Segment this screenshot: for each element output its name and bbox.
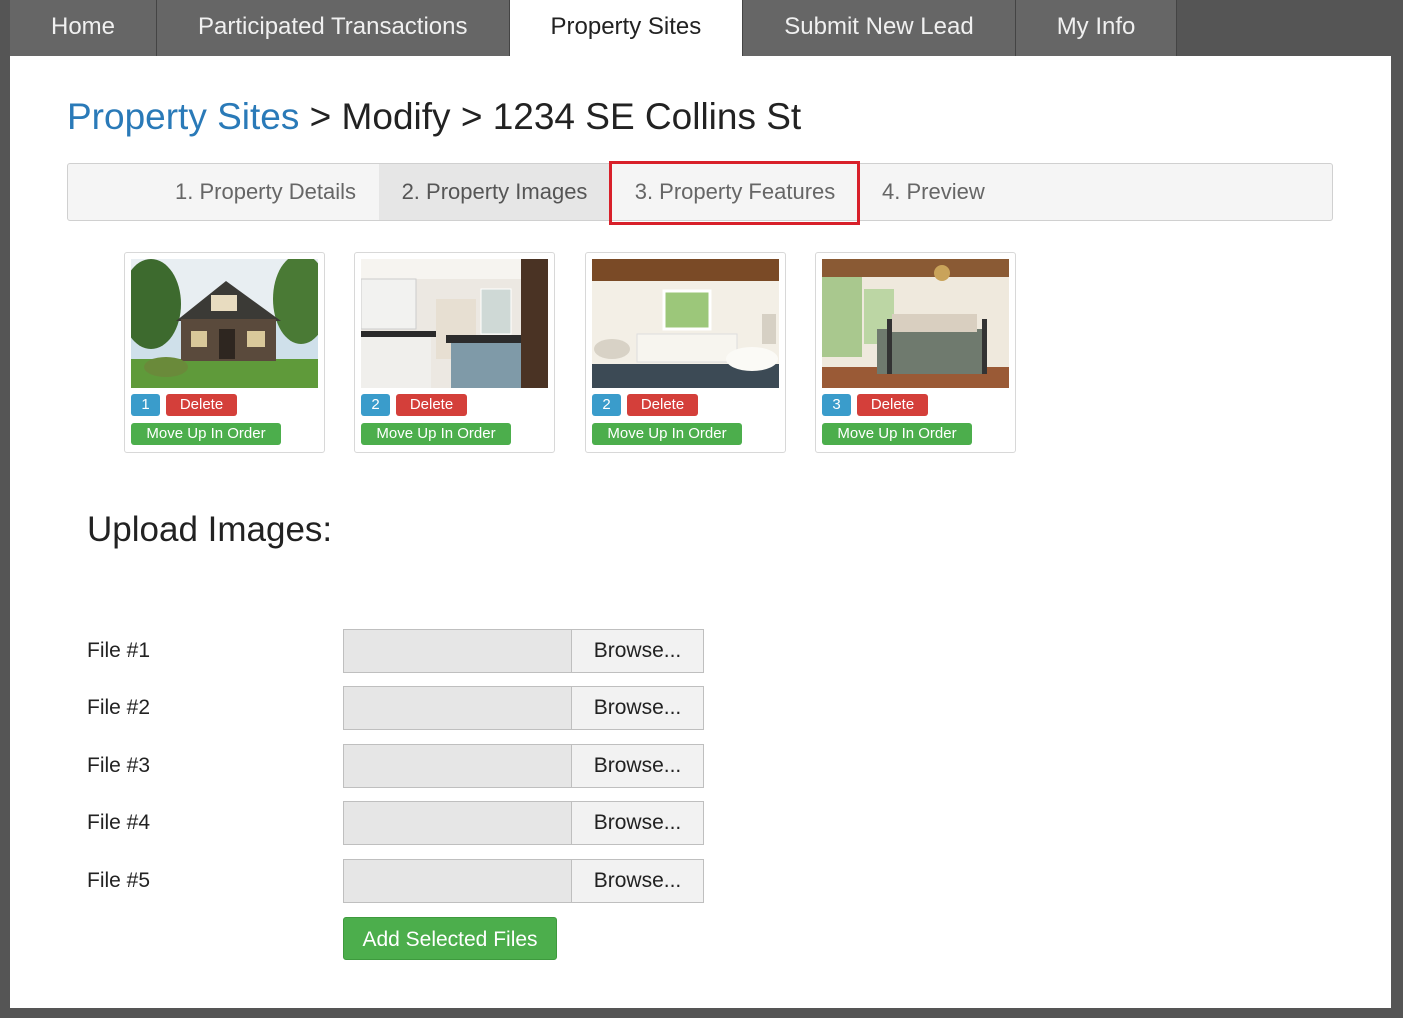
file-row: File #5 Browse... (87, 859, 727, 903)
image-card: 1 Delete Move Up In Order (124, 252, 325, 453)
bedroom-thumbnail[interactable] (822, 259, 1009, 388)
upload-images-heading: Upload Images: (87, 510, 333, 549)
breadcrumb-address: 1234 SE Collins St (492, 96, 802, 137)
delete-image-button[interactable]: Delete (857, 394, 928, 416)
breadcrumb: Property Sites > Modify > 1234 SE Collin… (67, 96, 801, 138)
move-up-button[interactable]: Move Up In Order (131, 423, 281, 445)
image-order-badge: 2 (592, 394, 621, 416)
step-property-images[interactable]: 2. Property Images (379, 164, 610, 220)
image-card: 2 Delete Move Up In Order (585, 252, 786, 453)
delete-image-button[interactable]: Delete (627, 394, 698, 416)
nav-tab-my-info[interactable]: My Info (1015, 0, 1178, 56)
breadcrumb-separator: > (460, 96, 483, 137)
breadcrumb-modify: Modify (341, 96, 451, 137)
breadcrumb-separator: > (309, 96, 332, 137)
nav-tab-property-sites[interactable]: Property Sites (509, 0, 744, 56)
kitchen-thumbnail[interactable] (361, 259, 548, 388)
delete-image-button[interactable]: Delete (166, 394, 237, 416)
wizard-steps: 1. Property Details 2. Property Images 3… (67, 163, 1333, 221)
nav-tab-participated-transactions[interactable]: Participated Transactions (157, 0, 510, 56)
breadcrumb-property-sites-link[interactable]: Property Sites (67, 96, 299, 137)
browse-button[interactable]: Browse... (571, 629, 704, 673)
file-label: File #1 (87, 639, 151, 662)
image-card: 2 Delete Move Up In Order (354, 252, 555, 453)
browse-button[interactable]: Browse... (571, 859, 704, 903)
step-preview[interactable]: 4. Preview (860, 164, 1010, 220)
file-label: File #2 (87, 696, 151, 719)
nav-tab-submit-new-lead[interactable]: Submit New Lead (743, 0, 1016, 56)
step-property-details[interactable]: 1. Property Details (68, 164, 379, 220)
browse-button[interactable]: Browse... (571, 801, 704, 845)
file-row: File #1 Browse... (87, 629, 727, 673)
move-up-button[interactable]: Move Up In Order (592, 423, 742, 445)
delete-image-button[interactable]: Delete (396, 394, 467, 416)
file-label: File #4 (87, 811, 151, 834)
nav-tab-home[interactable]: Home (10, 0, 158, 56)
browse-button[interactable]: Browse... (571, 744, 704, 788)
top-nav: Home Participated Transactions Property … (10, 0, 1178, 56)
house-exterior-thumbnail[interactable] (131, 259, 318, 388)
add-selected-files-button[interactable]: Add Selected Files (343, 917, 557, 960)
file-row: File #3 Browse... (87, 744, 727, 788)
file-path-field[interactable] (343, 629, 572, 673)
file-path-field[interactable] (343, 744, 572, 788)
file-label: File #3 (87, 754, 151, 777)
step-property-features[interactable]: 3. Property Features (610, 164, 860, 220)
file-label: File #5 (87, 869, 151, 892)
image-order-badge: 1 (131, 394, 160, 416)
bathroom-thumbnail[interactable] (592, 259, 779, 388)
browse-button[interactable]: Browse... (571, 686, 704, 730)
file-path-field[interactable] (343, 686, 572, 730)
file-row: File #4 Browse... (87, 801, 727, 845)
content-panel: Property Sites > Modify > 1234 SE Collin… (10, 56, 1391, 1008)
move-up-button[interactable]: Move Up In Order (822, 423, 972, 445)
image-card: 3 Delete Move Up In Order (815, 252, 1016, 453)
file-path-field[interactable] (343, 859, 572, 903)
file-path-field[interactable] (343, 801, 572, 845)
image-order-badge: 3 (822, 394, 851, 416)
move-up-button[interactable]: Move Up In Order (361, 423, 511, 445)
file-row: File #2 Browse... (87, 686, 727, 730)
image-order-badge: 2 (361, 394, 390, 416)
